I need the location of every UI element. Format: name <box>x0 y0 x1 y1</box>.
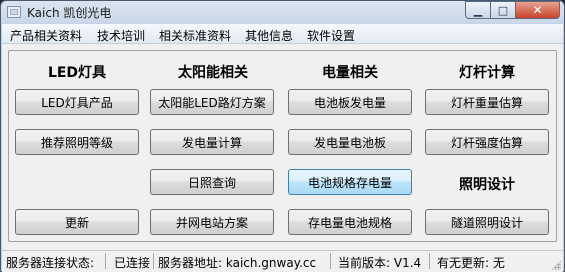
minimize-button[interactable]: ▁ <box>465 1 491 19</box>
heading-solar: 太阳能相关 <box>178 65 248 81</box>
power-panel-button[interactable]: 发电量电池板 <box>288 129 412 155</box>
tunnel-lighting-button[interactable]: 隧道照明设计 <box>425 209 549 235</box>
solar-street-light-button[interactable]: 太阳能LED路灯方案 <box>150 89 274 115</box>
connection-label: 服务器连接状态: <box>6 256 95 270</box>
heading-pole: 灯杆计算 <box>459 65 515 81</box>
server-address: 服务器地址: kaich.gnway.cc <box>158 256 317 270</box>
update-status: 有无更新: 无 <box>437 256 505 270</box>
menu-item-standards[interactable]: 相关标准资料 <box>159 27 231 44</box>
pole-weight-button[interactable]: 灯杆重量估算 <box>425 89 549 115</box>
menu-item-settings[interactable]: 软件设置 <box>307 27 355 44</box>
menu-item-product-docs[interactable]: 产品相关资料 <box>10 27 82 44</box>
update-button[interactable]: 更新 <box>15 209 139 235</box>
close-icon: ✕ <box>532 3 543 17</box>
storage-battery-spec-button[interactable]: 存电量电池规格 <box>288 209 412 235</box>
maximize-icon: □ <box>497 3 509 17</box>
connection-value: 已连接 <box>114 256 151 270</box>
power-calc-button[interactable]: 发电量计算 <box>150 129 274 155</box>
heading-led: LED灯具 <box>47 65 107 81</box>
heading-lighting: 照明设计 <box>459 177 515 193</box>
sunshine-query-button[interactable]: 日照查询 <box>150 169 274 195</box>
minimize-icon: ▁ <box>473 3 483 17</box>
pole-strength-button[interactable]: 灯杆强度估算 <box>425 129 549 155</box>
menu-item-training[interactable]: 技术培训 <box>97 27 145 44</box>
status-divider <box>153 253 154 269</box>
resize-grip-icon[interactable] <box>551 260 561 270</box>
app-icon[interactable] <box>7 6 21 18</box>
close-button[interactable]: ✕ <box>516 1 560 19</box>
recommend-level-button[interactable]: 推荐照明等级 <box>15 129 139 155</box>
main-panel: LED灯具 太阳能相关 电量相关 灯杆计算 照明设计 LED灯具产品 推荐照明等… <box>2 44 563 250</box>
heading-power: 电量相关 <box>322 65 378 81</box>
window-controls: ▁ □ ✕ <box>465 1 560 20</box>
panel-power-button[interactable]: 电池板发电量 <box>288 89 412 115</box>
app-window: Kaich 凯创光电 ▁ □ ✕ 产品相关资料 技术培训 相关标准资料 其他信息… <box>0 0 565 272</box>
menu-item-other-info[interactable]: 其他信息 <box>245 27 293 44</box>
status-bar: 服务器连接状态: 已连接 服务器地址: kaich.gnway.cc 当前版本:… <box>2 250 563 272</box>
menu-bar: 产品相关资料 技术培训 相关标准资料 其他信息 软件设置 <box>2 24 563 44</box>
current-version: 当前版本: V1.4 <box>338 256 422 270</box>
title-bar[interactable]: Kaich 凯创光电 ▁ □ ✕ <box>1 1 564 23</box>
maximize-button[interactable]: □ <box>491 1 516 19</box>
status-divider <box>330 253 331 269</box>
grid-station-button[interactable]: 并网电站方案 <box>150 209 274 235</box>
window-title: Kaich 凯创光电 <box>27 6 112 20</box>
status-divider <box>105 253 106 269</box>
led-products-button[interactable]: LED灯具产品 <box>15 89 139 115</box>
battery-spec-storage-button[interactable]: 电池规格存电量 <box>288 169 412 195</box>
status-divider <box>429 253 430 269</box>
